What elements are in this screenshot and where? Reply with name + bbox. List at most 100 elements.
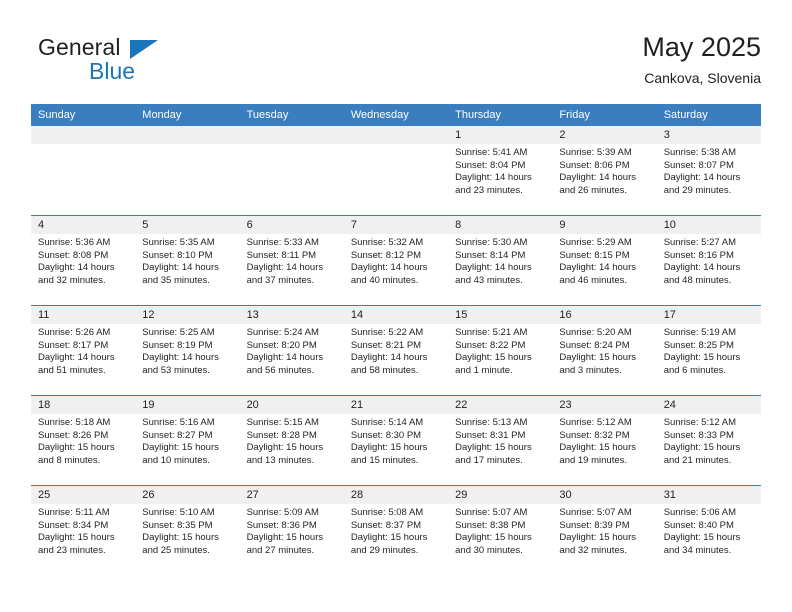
sunset-text: Sunset: 8:33 PM — [663, 429, 734, 441]
daylight-text: Daylight: 15 hours and 25 minutes. — [142, 532, 219, 556]
daylight-text: Daylight: 14 hours and 32 minutes. — [38, 262, 115, 286]
day-details: Sunrise: 5:07 AM Sunset: 8:38 PM Daylight:… — [448, 504, 552, 557]
sunrise-text: Sunrise: 5:07 AM — [559, 507, 632, 518]
calendar-day-cell[interactable]: 16 Sunrise: 5:20 AM Sunset: 8:24 PM Dayligh… — [552, 306, 657, 395]
daylight-text: Daylight: 15 hours and 6 minutes. — [663, 352, 741, 376]
day-number: 25 — [31, 486, 136, 504]
calendar-day-cell[interactable]: 30 Sunrise: 5:07 AM Sunset: 8:39 PM Dayligh… — [552, 486, 657, 575]
calendar-day-cell[interactable]: 10 Sunrise: 5:27 AM Sunset: 8:16 PM Dayligh… — [656, 216, 761, 305]
calendar-day-cell[interactable]: 19 Sunrise: 5:16 AM Sunset: 8:27 PM Dayligh… — [135, 396, 240, 485]
day-details: Sunrise: 5:08 AM Sunset: 8:37 PM Daylight:… — [344, 504, 448, 557]
day-details: Sunrise: 5:41 AM Sunset: 8:04 PM Daylight:… — [448, 144, 552, 197]
day-details: Sunrise: 5:29 AM Sunset: 8:15 PM Daylight:… — [552, 234, 656, 287]
sunset-text: Sunset: 8:37 PM — [350, 519, 422, 531]
calendar-day-cell[interactable]: 15 Sunrise: 5:21 AM Sunset: 8:22 PM Dayligh… — [448, 306, 553, 395]
calendar-day-cell[interactable]: 20 Sunrise: 5:15 AM Sunset: 8:28 PM Dayligh… — [239, 396, 344, 485]
sunrise-text: Sunrise: 5:22 AM — [350, 327, 424, 338]
page-title: May 2025 — [642, 32, 761, 62]
calendar-day-cell[interactable]: 25 Sunrise: 5:11 AM Sunset: 8:34 PM Dayligh… — [31, 486, 136, 575]
sunrise-text: Sunrise: 5:30 AM — [455, 237, 528, 248]
day-of-week-wednesday: Wednesday — [350, 109, 409, 121]
daylight-text: Daylight: 14 hours and 26 minutes. — [559, 172, 636, 196]
daylight-text: Daylight: 14 hours and 51 minutes. — [38, 352, 115, 376]
day-details: Sunrise: 5:06 AM Sunset: 8:40 PM Daylight:… — [657, 504, 761, 557]
calendar-day-cell[interactable]: 7 Sunrise: 5:32 AM Sunset: 8:12 PM Daylight… — [343, 216, 449, 305]
day-number: 5 — [135, 216, 240, 234]
day-details: Sunrise: 5:11 AM Sunset: 8:34 PM Daylight:… — [31, 504, 135, 557]
daylight-text: Daylight: 15 hours and 32 minutes. — [559, 532, 636, 556]
sunset-text: Sunset: 8:14 PM — [455, 249, 526, 261]
calendar-day-cell[interactable]: 3 Sunrise: 5:38 AM Sunset: 8:07 PM Daylight… — [656, 126, 761, 215]
daylight-text: Daylight: 14 hours and 23 minutes. — [455, 172, 532, 196]
day-details: Sunrise: 5:15 AM Sunset: 8:28 PM Daylight:… — [240, 414, 344, 467]
day-number: 31 — [656, 486, 761, 504]
sunrise-text: Sunrise: 5:19 AM — [663, 327, 737, 338]
sunrise-text: Sunrise: 5:38 AM — [663, 147, 737, 158]
calendar-day-cell[interactable]: 26 Sunrise: 5:10 AM Sunset: 8:35 PM Dayligh… — [135, 486, 240, 575]
calendar-day-cell[interactable]: 9 Sunrise: 5:29 AM Sunset: 8:15 PM Daylight… — [552, 216, 657, 305]
sunset-text: Sunset: 8:10 PM — [142, 249, 213, 261]
calendar-day-cell[interactable]: 1 Sunrise: 5:41 AM Sunset: 8:04 PM Daylight… — [448, 126, 553, 215]
calendar-day-cell[interactable]: 22 Sunrise: 5:13 AM Sunset: 8:31 PM Dayligh… — [448, 396, 553, 485]
day-of-week-friday: Friday — [559, 109, 590, 121]
daylight-text: Daylight: 14 hours and 46 minutes. — [559, 262, 636, 286]
calendar-grid: Sunday Monday Tuesday Wednesday Thursday Frid… — [31, 104, 761, 575]
calendar-day-cell[interactable]: 11 Sunrise: 5:26 AM Sunset: 8:17 PM Dayligh… — [31, 306, 136, 395]
daylight-text: Daylight: 15 hours and 29 minutes. — [350, 532, 428, 556]
day-of-week-saturday: Saturday — [663, 109, 708, 121]
day-number — [343, 126, 449, 144]
sunrise-text: Sunrise: 5:33 AM — [246, 237, 319, 248]
calendar-day-cell[interactable]: 24 Sunrise: 5:12 AM Sunset: 8:33 PM Dayligh… — [656, 396, 761, 485]
sunset-text: Sunset: 8:07 PM — [663, 159, 734, 171]
calendar-day-cell[interactable]: 23 Sunrise: 5:12 AM Sunset: 8:32 PM Dayligh… — [552, 396, 657, 485]
daylight-text: Daylight: 14 hours and 53 minutes. — [142, 352, 219, 376]
day-number: 18 — [31, 396, 136, 414]
calendar-day-cell[interactable]: 13 Sunrise: 5:24 AM Sunset: 8:20 PM Dayligh… — [239, 306, 344, 395]
sunrise-text: Sunrise: 5:11 AM — [38, 507, 110, 518]
calendar-day-cell[interactable]: 8 Sunrise: 5:30 AM Sunset: 8:14 PM Daylight… — [448, 216, 553, 305]
calendar-day-cell[interactable]: 17 Sunrise: 5:19 AM Sunset: 8:25 PM Dayligh… — [656, 306, 761, 395]
sunrise-text: Sunrise: 5:12 AM — [559, 417, 632, 428]
calendar-day-cell[interactable]: 4 Sunrise: 5:36 AM Sunset: 8:08 PM Daylight… — [31, 216, 136, 305]
daylight-text: Daylight: 15 hours and 19 minutes. — [559, 442, 636, 466]
day-number: 15 — [448, 306, 553, 324]
daylight-text: Daylight: 15 hours and 34 minutes. — [663, 532, 741, 556]
day-details: Sunrise: 5:16 AM Sunset: 8:27 PM Daylight:… — [135, 414, 239, 467]
sunset-text: Sunset: 8:34 PM — [38, 519, 109, 531]
sunset-text: Sunset: 8:32 PM — [559, 429, 630, 441]
sunrise-text: Sunrise: 5:07 AM — [455, 507, 528, 518]
calendar-day-cell[interactable]: 6 Sunrise: 5:33 AM Sunset: 8:11 PM Daylight… — [239, 216, 344, 305]
calendar-day-cell[interactable]: 21 Sunrise: 5:14 AM Sunset: 8:30 PM Dayligh… — [343, 396, 449, 485]
sunrise-text: Sunrise: 5:08 AM — [350, 507, 424, 518]
day-of-week-tuesday: Tuesday — [246, 109, 289, 121]
day-details: Sunrise: 5:20 AM Sunset: 8:24 PM Daylight:… — [552, 324, 656, 377]
calendar-day-cell[interactable]: 28 Sunrise: 5:08 AM Sunset: 8:37 PM Dayligh… — [343, 486, 449, 575]
day-number: 26 — [135, 486, 240, 504]
calendar-week-row: 11 Sunrise: 5:26 AM Sunset: 8:17 PM Dayligh… — [31, 305, 761, 395]
day-number: 29 — [448, 486, 553, 504]
day-details: Sunrise: 5:33 AM Sunset: 8:11 PM Daylight:… — [240, 234, 344, 287]
calendar-day-cell[interactable]: 2 Sunrise: 5:39 AM Sunset: 8:06 PM Daylight… — [552, 126, 657, 215]
sunset-text: Sunset: 8:08 PM — [38, 249, 109, 261]
day-number: 6 — [239, 216, 344, 234]
calendar-day-cell[interactable]: 12 Sunrise: 5:25 AM Sunset: 8:19 PM Dayligh… — [135, 306, 240, 395]
calendar-week-row: 1 Sunrise: 5:41 AM Sunset: 8:04 PM Daylight… — [31, 126, 761, 215]
daylight-text: Daylight: 15 hours and 27 minutes. — [246, 532, 324, 556]
general-blue-logo[interactable]: General Blue — [31, 34, 231, 90]
sunset-text: Sunset: 8:11 PM — [246, 249, 317, 261]
day-details: Sunrise: 5:10 AM Sunset: 8:35 PM Daylight:… — [135, 504, 239, 557]
sunset-text: Sunset: 8:36 PM — [246, 519, 317, 531]
sunset-text: Sunset: 8:15 PM — [559, 249, 630, 261]
calendar-day-cell[interactable]: 18 Sunrise: 5:18 AM Sunset: 8:26 PM Dayligh… — [31, 396, 136, 485]
calendar-day-cell[interactable]: 5 Sunrise: 5:35 AM Sunset: 8:10 PM Daylight… — [135, 216, 240, 305]
sunrise-text: Sunrise: 5:14 AM — [350, 417, 424, 428]
calendar-day-cell[interactable]: 14 Sunrise: 5:22 AM Sunset: 8:21 PM Dayligh… — [343, 306, 449, 395]
calendar-day-cell[interactable]: 27 Sunrise: 5:09 AM Sunset: 8:36 PM Dayligh… — [239, 486, 344, 575]
calendar-day-cell[interactable]: 31 Sunrise: 5:06 AM Sunset: 8:40 PM Dayligh… — [656, 486, 761, 575]
sunrise-text: Sunrise: 5:21 AM — [455, 327, 528, 338]
sunset-text: Sunset: 8:12 PM — [350, 249, 422, 261]
sunrise-text: Sunrise: 5:13 AM — [455, 417, 528, 428]
calendar-day-cell-empty — [135, 126, 240, 215]
calendar-day-cell[interactable]: 29 Sunrise: 5:07 AM Sunset: 8:38 PM Dayligh… — [448, 486, 553, 575]
day-number: 22 — [448, 396, 553, 414]
